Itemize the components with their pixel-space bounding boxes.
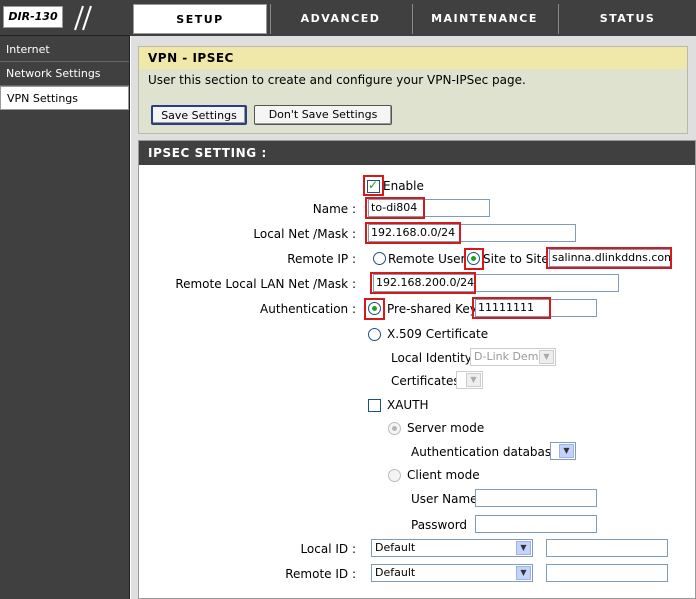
xauth-checkbox[interactable]: [368, 399, 381, 412]
section-heading: IPSEC SETTING :: [139, 141, 695, 165]
enable-checkbox[interactable]: [367, 178, 380, 193]
x509-certificate-radio[interactable]: [368, 328, 381, 341]
certificates-select[interactable]: ▼: [456, 371, 483, 389]
chevron-down-icon: ▼: [516, 566, 531, 580]
local-id-select[interactable]: Default ▼: [371, 539, 533, 557]
server-mode-radio[interactable]: [388, 422, 401, 435]
site-to-site-radio[interactable]: [467, 252, 480, 265]
tab-maintenance[interactable]: MAINTENANCE: [412, 4, 556, 34]
username-input[interactable]: [475, 489, 597, 507]
tab-setup[interactable]: SETUP: [133, 4, 267, 34]
client-mode-label: Client mode: [407, 468, 480, 482]
authentication-label: Authentication :: [260, 302, 356, 316]
enable-label: Enable: [383, 179, 424, 193]
username-label: User Name: [411, 492, 478, 506]
logo-slashes-icon: [74, 5, 92, 31]
x509-certificate-label: X.509 Certificate: [387, 327, 489, 341]
sidebar-item-network-settings[interactable]: Network Settings: [0, 62, 129, 86]
chevron-down-icon: ▼: [466, 373, 481, 387]
chevron-down-icon: ▼: [539, 350, 554, 364]
local-id-input[interactable]: [546, 539, 668, 557]
remote-id-select[interactable]: Default ▼: [371, 564, 533, 582]
vpn-ipsec-panel: VPN - IPSEC User this section to create …: [138, 46, 688, 134]
auth-database-select[interactable]: ▼: [550, 442, 576, 460]
ipsec-setting-panel: IPSEC SETTING : Enable Name : to-di804 L…: [138, 140, 696, 599]
remote-user-label: Remote User: [388, 252, 466, 266]
local-identity-select[interactable]: D-Link Demo ▼: [470, 348, 556, 366]
panel-description: User this section to create and configur…: [148, 73, 526, 87]
remote-id-input[interactable]: [546, 564, 668, 582]
pre-shared-key-radio[interactable]: [368, 302, 381, 315]
local-id-label: Local ID :: [300, 542, 356, 556]
save-settings-button[interactable]: Save Settings: [151, 105, 247, 125]
remote-lan-input[interactable]: 192.168.200.0/24: [373, 274, 619, 292]
remote-id-value: Default: [375, 566, 416, 579]
remote-id-label: Remote ID :: [285, 567, 356, 581]
pre-shared-key-label: Pre-shared Key: [387, 302, 477, 316]
tab-status[interactable]: STATUS: [558, 4, 696, 34]
auth-database-label: Authentication database: [411, 445, 559, 459]
local-id-value: Default: [375, 541, 416, 554]
name-label: Name :: [312, 202, 356, 216]
sidebar-item-vpn-settings[interactable]: VPN Settings: [0, 86, 129, 110]
certificates-label: Certificates: [391, 374, 460, 388]
local-net-label: Local Net /Mask :: [253, 227, 356, 241]
local-identity-label: Local Identity: [391, 351, 472, 365]
dont-save-settings-button[interactable]: Don't Save Settings: [254, 105, 392, 125]
local-identity-value: D-Link Demo: [474, 350, 546, 363]
remote-ip-label: Remote IP :: [287, 252, 356, 266]
chevron-down-icon: ▼: [559, 444, 574, 458]
logo-badge: DIR-130: [3, 6, 63, 28]
password-input[interactable]: [475, 515, 597, 533]
remote-user-radio[interactable]: [373, 252, 386, 265]
client-mode-radio[interactable]: [388, 469, 401, 482]
name-input[interactable]: to-di804: [368, 199, 490, 217]
xauth-label: XAUTH: [387, 398, 429, 412]
sidebar-item-internet[interactable]: Internet: [0, 38, 129, 62]
remote-host-input[interactable]: salinna.dlinkddns.com: [549, 249, 671, 267]
tab-advanced[interactable]: ADVANCED: [270, 4, 410, 34]
sidebar: Internet Network Settings VPN Settings: [0, 36, 130, 599]
remote-lan-label: Remote Local LAN Net /Mask :: [175, 277, 356, 291]
local-net-input[interactable]: 192.168.0.0/24: [368, 224, 576, 242]
panel-title: VPN - IPSEC: [139, 47, 687, 69]
password-label: Password: [411, 518, 468, 532]
logo: DIR-130: [0, 0, 130, 36]
server-mode-label: Server mode: [407, 421, 485, 435]
main-content: VPN - IPSEC User this section to create …: [131, 36, 696, 599]
chevron-down-icon: ▼: [516, 541, 531, 555]
pre-shared-key-input[interactable]: 11111111: [475, 299, 597, 317]
site-to-site-label: Site to Site: [483, 252, 549, 266]
top-bar: DIR-130 SETUP ADVANCED MAINTENANCE STATU…: [0, 0, 696, 36]
